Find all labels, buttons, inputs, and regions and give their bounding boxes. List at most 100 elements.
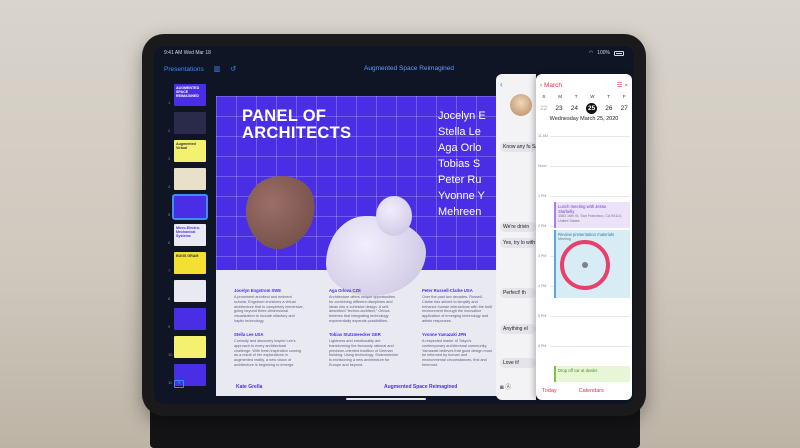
speaker-name: Yvonne Y: [438, 190, 485, 202]
week-date-strip: 22 23 24 25 26 27: [536, 103, 632, 114]
date-cell[interactable]: 24: [571, 105, 578, 112]
slide-number: 5: [168, 212, 171, 217]
event-lunch-meeting[interactable]: Lunch meeting with Jesse Starbelly 3583 …: [554, 202, 630, 228]
message-bubble[interactable]: Yes, try lo with water: [500, 238, 536, 248]
event-drop-off-car[interactable]: Drop off car at dealer: [554, 366, 630, 382]
slide-navigator: 1 AUGMENTED SPACE REIMAGINED 2 3 Augmented V…: [168, 84, 214, 402]
slide-canvas[interactable]: PANEL OF ARCHITECTS Jocelyn E Stella Le Ag…: [216, 96, 516, 396]
architect-name: Jocelyn Engstrom SWE: [234, 288, 282, 293]
undo-icon[interactable]: ↺: [230, 65, 236, 73]
presentations-button[interactable]: Presentations: [164, 66, 204, 73]
slide-number: 10: [168, 352, 173, 357]
architect-name: Aga Orlova CZE: [329, 288, 361, 293]
calendar-slideover[interactable]: ‹ March ☰ ⌕ S M T W T F 22 23 24 25 26 27 Wednesda…: [536, 74, 632, 400]
speaker-name: Mehreen: [438, 206, 482, 218]
slide-thumbnail[interactable]: BUGS GRAM: [174, 252, 206, 274]
architect-description: Lightness and emotionality are transform…: [329, 339, 399, 367]
slide-thumbnail[interactable]: Augmented Virtual: [174, 140, 206, 162]
hour-line: [550, 166, 630, 167]
slide-thumbnail[interactable]: AUGMENTED SPACE REIMAGINED: [174, 84, 206, 106]
architect-description: Curiosity and discovery inspire Lee's ap…: [234, 339, 302, 367]
hour-line: [550, 346, 630, 347]
status-bar: 9:41 AM Wed Mar 18 ◠ 100%: [154, 46, 634, 60]
speaker-name: Aga Orlo: [438, 142, 482, 154]
date-cell[interactable]: 26: [605, 105, 612, 112]
architect-bio: Jocelyn Engstrom SWE A prominent architec…: [234, 288, 304, 324]
contact-avatar[interactable]: [510, 94, 532, 116]
add-slide-button[interactable]: +: [174, 380, 184, 388]
message-bubble[interactable]: Anything el: [500, 324, 536, 334]
white-blob-top: [376, 196, 412, 236]
slide-thumbnail-text: [174, 196, 206, 200]
speaker-name: Stella Le: [438, 126, 481, 138]
weekday-label: S: [542, 94, 546, 99]
camera-icon[interactable]: ◙: [500, 385, 504, 391]
hour-label: 4 PM: [538, 284, 547, 288]
slide-thumbnail[interactable]: [174, 280, 206, 302]
today-button[interactable]: Today: [542, 388, 557, 394]
ipad-device: 9:41 AM Wed Mar 18 ◠ 100% Presentations …: [142, 34, 646, 416]
speaker-name: Jocelyn E: [438, 110, 486, 122]
hour-label: 2 PM: [538, 224, 547, 228]
message-bubble[interactable]: Perfect! th: [500, 288, 536, 298]
slide-thumbnail[interactable]: [172, 194, 208, 220]
slide-thumbnail-text: [174, 364, 206, 368]
search-icon[interactable]: ⌕: [624, 82, 628, 89]
slide-thumbnail[interactable]: Micro-Electro-Mechanical Systems: [174, 224, 206, 246]
list-icon[interactable]: ☰: [617, 82, 623, 89]
calendar-toolbar-icons: ☰ ⌕: [617, 81, 628, 90]
slide-thumbnail-text: [174, 112, 206, 116]
slide-number: 6: [168, 240, 171, 245]
architect-bio: Tobias Stutzmeecker GER Lightness and emo…: [329, 332, 399, 368]
date-cell[interactable]: 27: [621, 105, 628, 112]
slide-thumbnail-text: Micro-Electro-Mechanical Systems: [176, 226, 201, 238]
calendars-button[interactable]: Calendars: [579, 388, 604, 394]
slide-thumbnail-text: [174, 308, 206, 312]
slide-footer-title: Augmented Space Reimagined: [384, 384, 458, 390]
date-cell[interactable]: 23: [555, 105, 562, 112]
date-cell[interactable]: 22: [540, 105, 547, 112]
speaker-list: Jocelyn E Stella Le Aga Orlo Tobias S Peter …: [438, 108, 486, 220]
slide-number: 4: [168, 184, 171, 189]
message-app-bar: ◙ Ⓐ: [500, 382, 511, 391]
touch-indicator-dot: [582, 262, 588, 268]
hour-label: 11 AM: [538, 134, 548, 138]
back-chevron-icon[interactable]: ‹: [500, 80, 503, 89]
slide-number: 7: [168, 268, 171, 273]
message-bubble[interactable]: We're drivin: [500, 222, 536, 232]
selected-date-title: Wednesday March 25, 2020: [549, 116, 619, 122]
weekday-label: F: [622, 94, 626, 99]
architect-description: Over the past two decades, Russell-Clark…: [422, 295, 492, 323]
calendar-back-month[interactable]: ‹ March: [540, 82, 562, 89]
weekday-label: M: [558, 94, 562, 99]
date-cell[interactable]: 25: [586, 103, 598, 114]
sidebar-toggle-icon[interactable]: ▥: [214, 65, 221, 73]
home-indicator[interactable]: [346, 398, 426, 400]
slide-thumbnail-text: BUGS GRAM: [176, 254, 199, 258]
messages-slideover[interactable]: ‹ ◙ Ⓐ Know any fu San Diego? We're drivin…: [496, 74, 536, 400]
slide-thumbnail-text: [174, 168, 206, 172]
weekday-header: SMTWTF: [536, 94, 632, 99]
architect-name: Peter Russell-Clarke USA: [422, 288, 473, 293]
status-time-date: 9:41 AM Wed Mar 18: [164, 50, 211, 56]
appstore-icon[interactable]: Ⓐ: [505, 385, 511, 391]
architect-bio: Stella Lee USA Curiosity and discovery in…: [234, 332, 304, 368]
message-bubble[interactable]: Love it!: [500, 358, 536, 368]
slide-thumbnail[interactable]: [174, 112, 206, 134]
slide-number: 1: [168, 100, 171, 105]
architect-description: A respected leader of Tokyo's contempora…: [422, 339, 492, 367]
message-bubble[interactable]: Know any fu San Diego?: [500, 142, 536, 152]
slide-thumbnail[interactable]: [174, 308, 206, 330]
slide-thumbnail-text: Augmented Virtual: [176, 142, 196, 150]
hour-label: 3 PM: [538, 254, 547, 258]
slide-thumbnail-text: AUGMENTED SPACE REIMAGINED: [176, 86, 200, 98]
architect-name: Stella Lee USA: [234, 332, 264, 337]
slide-title: PANEL OF ARCHITECTS: [242, 107, 352, 142]
speaker-name: Tobias S: [438, 158, 481, 170]
architect-name: Yvonne Yamazaki JPN: [422, 332, 467, 337]
hour-line: [550, 136, 630, 137]
slide-thumbnail[interactable]: [174, 336, 206, 358]
slide-thumbnail[interactable]: [174, 168, 206, 190]
architect-bio: Yvonne Yamazaki JPN A respected leader of…: [422, 332, 492, 368]
slide-thumbnail-text: [174, 336, 206, 340]
